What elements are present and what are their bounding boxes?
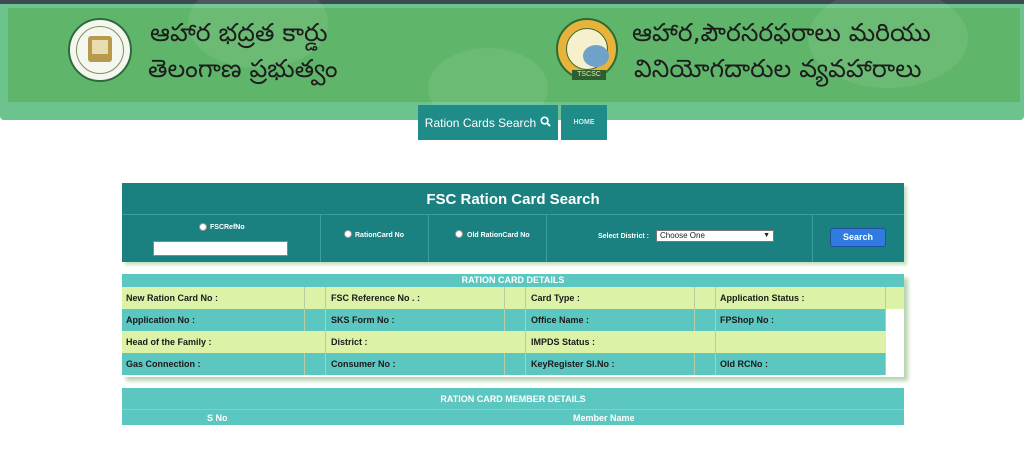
table-row: Application No : SKS Form No : Office Na… [122, 309, 904, 331]
ration-cards-search-tab[interactable]: Ration Cards Search [418, 105, 558, 140]
table-separator [885, 287, 886, 309]
rationcard-no-radio-label: RationCard No [355, 232, 404, 239]
table-separator [504, 353, 505, 375]
cell-divider [428, 214, 429, 262]
column-header-member-name: Member Name [573, 413, 635, 423]
table-separator [304, 309, 305, 331]
table-separator [504, 309, 505, 331]
search-button[interactable]: Search [830, 228, 886, 247]
table-cell: New Ration Card No : [126, 293, 219, 303]
table-separator [715, 287, 716, 309]
ration-card-details-title: RATION CARD DETAILS [122, 274, 904, 287]
table-separator [715, 353, 716, 375]
table-cell: FSC Reference No . : [331, 293, 421, 303]
table-separator [325, 331, 326, 353]
table-separator [525, 331, 526, 353]
title-left-line1: ఆహార భద్రత కార్డు [150, 18, 328, 47]
table-separator [715, 331, 716, 353]
table-separator [525, 287, 526, 309]
ration-card-details-table: RATION CARD DETAILS New Ration Card No :… [122, 274, 904, 377]
table-cell: Application Status : [720, 293, 805, 303]
cell-divider [812, 214, 813, 262]
table-cell: Gas Connection : [126, 359, 201, 369]
district-select-value: Choose One [660, 231, 705, 240]
table-separator [325, 309, 326, 331]
logo-inner-circle [566, 28, 609, 70]
table-cell: Card Type : [531, 293, 580, 303]
empty-cell [886, 331, 904, 353]
table-cell: Application No : [126, 315, 195, 325]
table-separator [694, 353, 695, 375]
old-rationcard-no-radio[interactable] [455, 230, 463, 238]
district-select[interactable]: Choose One ▼ [656, 230, 774, 242]
empty-cell [886, 309, 904, 331]
fscrefno-radio-label: FSCRefNo [210, 224, 245, 231]
emblem-tower-window [92, 40, 108, 54]
civil-supplies-logo: TSCSC [556, 18, 618, 80]
table-separator [694, 309, 695, 331]
member-header-divider [122, 409, 904, 410]
cell-divider [320, 214, 321, 262]
table-row: Head of the Family : District : IMPDS St… [122, 331, 904, 353]
chevron-down-icon: ▼ [763, 232, 770, 239]
table-cell: SKS Form No : [331, 315, 395, 325]
table-cell: Head of the Family : [126, 337, 212, 347]
home-tab[interactable]: HOME [561, 105, 607, 140]
table-cell: Old RCNo : [720, 359, 768, 369]
title-right-line1: ఆహార,పౌరసరఫరాలు మరియు [632, 18, 931, 47]
table-cell: Office Name : [531, 315, 590, 325]
ration-cards-search-label: Ration Cards Search [424, 115, 537, 130]
search-panel-title: FSC Ration Card Search [426, 191, 600, 208]
table-row: New Ration Card No : FSC Reference No . … [122, 287, 904, 309]
table-separator [525, 309, 526, 331]
table-separator [694, 287, 695, 309]
header-banner: ఆహార భద్రత కార్డు తెలంగాణ ప్రభుత్వం TSCS… [0, 0, 1024, 128]
fscrefno-radio[interactable] [199, 223, 207, 231]
table-separator [525, 353, 526, 375]
rationcard-no-radio[interactable] [344, 230, 352, 238]
table-cell: FPShop No : [720, 315, 774, 325]
search-panel: FSC Ration Card Search FSCRefNo RationCa… [122, 183, 904, 262]
title-left-line2: తెలంగాణ ప్రభుత్వం [148, 54, 338, 83]
title-right-line2: వినియోగదారుల వ్యవహారాలు [634, 54, 922, 83]
table-separator [325, 353, 326, 375]
column-header-sno: S No [207, 413, 228, 423]
cell-divider [546, 214, 547, 262]
table-cell: Consumer No : [331, 359, 396, 369]
table-cell: District : [331, 337, 368, 347]
logo-tag: TSCSC [572, 70, 606, 80]
telangana-emblem-logo [68, 18, 132, 82]
search-icon [540, 115, 551, 130]
fscrefno-input[interactable] [153, 241, 288, 256]
table-row: Gas Connection : Consumer No : KeyRegist… [122, 353, 904, 375]
old-rationcard-no-radio-label: Old RationCard No [467, 232, 530, 239]
table-separator [325, 287, 326, 309]
table-separator [504, 287, 505, 309]
table-cell: KeyRegister Sl.No : [531, 359, 615, 369]
select-district-label: Select District : [598, 233, 649, 240]
empty-cell [886, 353, 904, 375]
table-cell: IMPDS Status : [531, 337, 596, 347]
table-separator [304, 287, 305, 309]
table-separator [715, 309, 716, 331]
ration-card-member-details-table: RATION CARD MEMBER DETAILS S No Member N… [122, 388, 904, 425]
table-separator [304, 353, 305, 375]
logo-globe [583, 45, 609, 67]
member-details-title: RATION CARD MEMBER DETAILS [440, 394, 586, 404]
